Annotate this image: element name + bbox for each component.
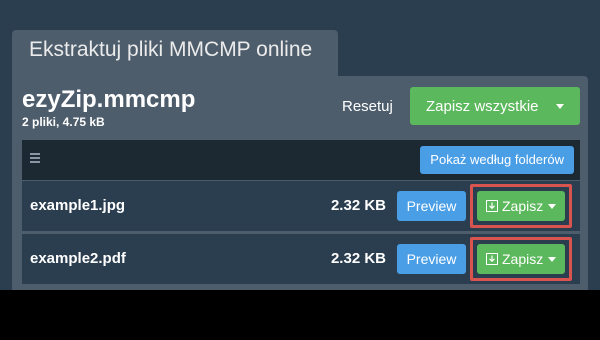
page-title: Ekstraktuj pliki MMCMP online <box>29 38 313 61</box>
save-button-highlight: Zapisz <box>470 237 572 281</box>
save-button[interactable]: Zapisz <box>477 244 565 274</box>
bottom-overlay <box>0 290 600 340</box>
file-size: 2.32 KB <box>330 250 386 267</box>
preview-button[interactable]: Preview <box>397 244 466 274</box>
file-row: example2.pdf 2.32 KB Preview Zapisz <box>22 234 580 284</box>
archive-name: ezyZip.mmcmp <box>22 86 196 113</box>
page-title-tab: Ekstraktuj pliki MMCMP online <box>12 30 338 76</box>
save-button[interactable]: Zapisz <box>477 191 565 221</box>
save-button-highlight: Zapisz <box>470 184 572 228</box>
file-list-toolbar: Pokaż według folderów <box>22 140 580 180</box>
file-name: example1.jpg <box>30 197 126 214</box>
download-icon <box>486 200 498 212</box>
save-label: Zapisz <box>502 251 544 267</box>
file-row: example1.jpg 2.32 KB Preview Zapisz <box>22 181 580 231</box>
file-name: example2.pdf <box>30 250 126 267</box>
save-label: Zapisz <box>502 198 544 214</box>
caret-down-icon[interactable] <box>548 256 556 262</box>
caret-down-icon[interactable] <box>556 103 564 109</box>
extract-panel: ezyZip.mmcmp 2 pliki, 4.75 kB Resetuj Za… <box>12 76 588 290</box>
preview-button[interactable]: Preview <box>397 191 466 221</box>
caret-down-icon[interactable] <box>548 203 556 209</box>
archive-info: 2 pliki, 4.75 kB <box>22 115 105 129</box>
reset-button[interactable]: Resetuj <box>330 92 405 122</box>
file-size: 2.32 KB <box>330 197 386 214</box>
show-by-folders-button[interactable]: Pokaż według folderów <box>420 146 574 174</box>
hamburger-icon[interactable] <box>30 153 40 163</box>
save-all-button[interactable]: Zapisz wszystkie <box>410 87 580 125</box>
save-all-label: Zapisz wszystkie <box>426 97 539 115</box>
download-icon <box>486 253 498 265</box>
